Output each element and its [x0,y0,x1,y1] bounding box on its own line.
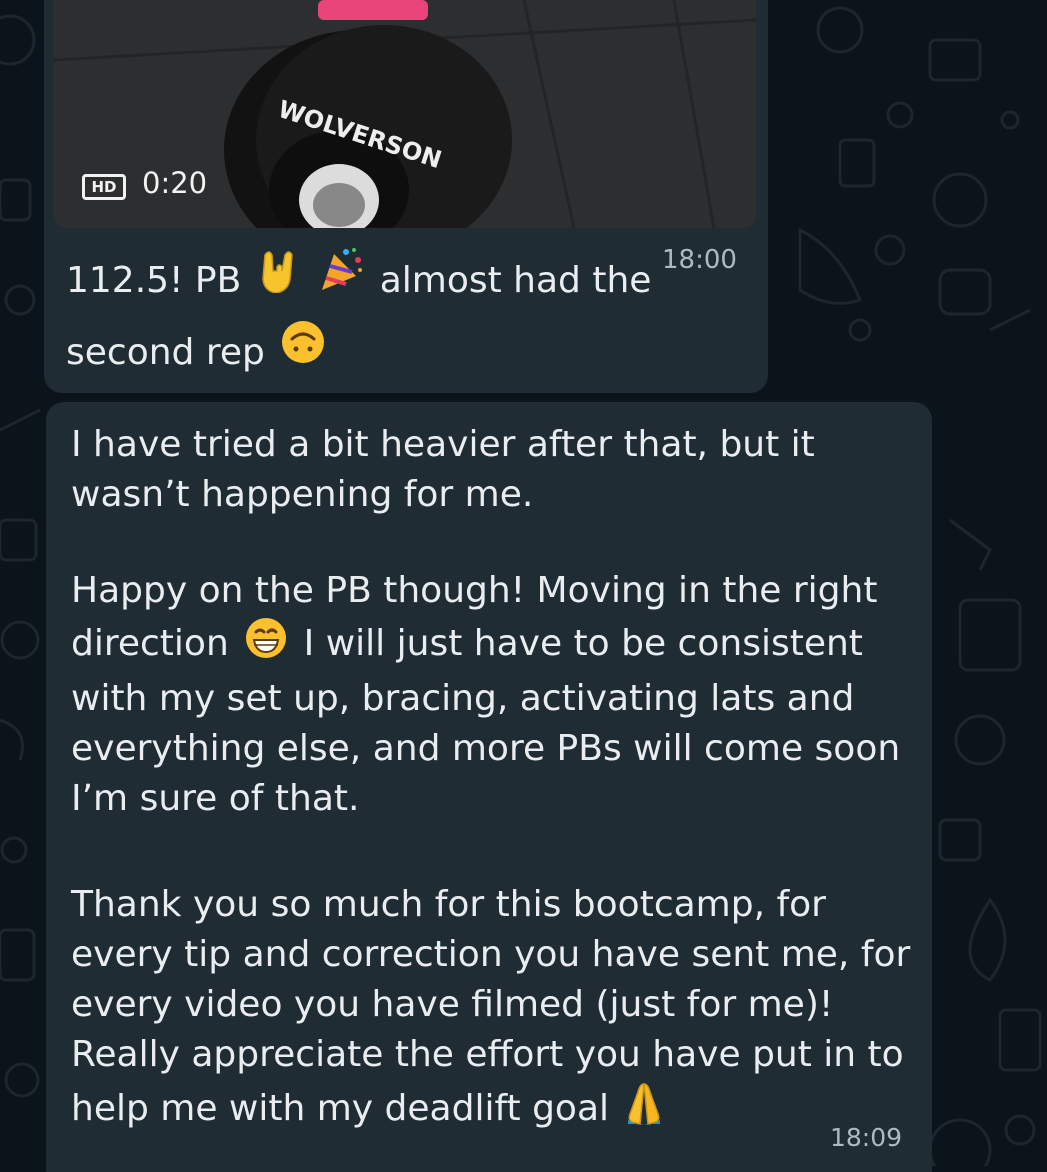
text-message-bubble[interactable]: I have tried a bit heavier after that, b… [46,402,932,1172]
video-message-bubble[interactable]: WOLVERSON HD 0:20 112.5! PB almost had t… [44,0,768,393]
video-caption: 112.5! PB almost had the second rep [66,246,756,389]
message-timestamp: 18:00 [662,245,737,275]
sign-of-horns-icon [257,247,297,317]
upside-down-face-icon [280,319,326,389]
message-paragraph: Thank you so much for this bootcamp, for… [71,880,921,1140]
video-thumbnail[interactable]: WOLVERSON HD 0:20 [54,0,756,228]
caption-text-3: second rep [66,332,265,373]
grinning-face-icon [244,616,288,674]
message-paragraph: I have tried a bit heavier after that, b… [71,424,815,515]
caption-text-1: 112.5! PB [66,260,242,301]
folded-hands-icon [624,1080,664,1140]
message-text: Thank you so much for this bootcamp, for… [71,884,911,1129]
party-popper-icon [316,246,364,318]
message-paragraph: Happy on the PB though! Moving in the ri… [71,566,921,824]
caption-text-2: almost had the [379,260,652,301]
hd-badge: HD [82,174,126,200]
video-duration: 0:20 [142,166,208,200]
message-timestamp: 18:09 [830,1123,903,1152]
